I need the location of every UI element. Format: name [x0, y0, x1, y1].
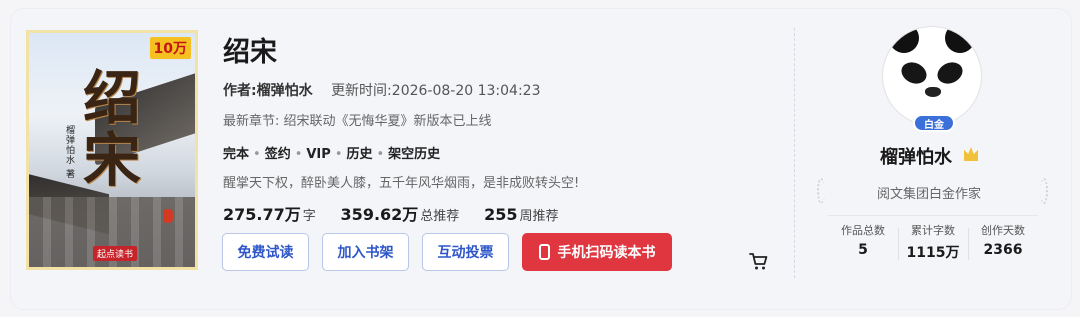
scan-to-read-button[interactable]: 手机扫码读本书: [522, 233, 672, 271]
cover-publisher: 起点读书: [93, 246, 138, 261]
stat-label: 作品总数: [841, 224, 885, 237]
book-tags: 完本 • 签约 • VIP • 历史 • 架空历史: [223, 147, 441, 162]
add-to-shelf-button[interactable]: 加入书架: [322, 233, 409, 271]
word-count-unit: 字: [302, 209, 316, 224]
tag-subcategory[interactable]: 架空历史: [388, 147, 440, 162]
week-recommend-unit: 周推荐: [519, 209, 559, 224]
stat-value: 5: [858, 242, 868, 258]
author-stat-days: 创作天数 2366: [968, 222, 1038, 262]
total-recommend: 359.62万: [340, 205, 419, 224]
latest-chapter-title[interactable]: 绍宋联动《无悔华夏》新版本已上线: [284, 114, 492, 129]
tag-signed: 签约: [264, 147, 291, 162]
tag-category[interactable]: 历史: [346, 147, 372, 162]
author-panel-divider: [828, 215, 1038, 216]
author-stats: 作品总数 5 累计字数 1115万 创作天数 2366: [828, 222, 1038, 262]
book-stats: 275.77万字 359.62万 总推荐 255 周推荐: [223, 201, 579, 225]
update-label: 更新时间:: [331, 83, 392, 99]
book-meta: 作者:榴弹怕水 更新时间:2026-08-20 13:04:23: [223, 80, 540, 100]
author-label: 作者:: [223, 83, 257, 99]
author-stat-words: 累计字数 1115万: [898, 222, 968, 262]
book-title: 绍宋: [223, 37, 277, 68]
latest-chapter[interactable]: 最新章节: 绍宋联动《无悔华夏》新版本已上线: [223, 110, 492, 129]
free-trial-button[interactable]: 免费试读: [222, 233, 309, 271]
total-recommend-unit: 总推荐: [420, 209, 460, 224]
cover-title-art: 绍宋: [73, 67, 141, 191]
update-value: 2026-08-20 13:04:23: [391, 83, 541, 99]
week-recommend: 255: [484, 205, 518, 224]
author-role: 阅文集团白金作家: [877, 187, 982, 202]
stat-label: 创作天数: [981, 224, 1025, 237]
word-count: 275.77万: [223, 205, 301, 224]
section-divider: [794, 28, 795, 278]
latest-label: 最新章节:: [223, 114, 280, 129]
scan-to-read-label: 手机扫码读本书: [557, 245, 656, 261]
panda-eye: [897, 58, 931, 88]
laurel-left-icon: [817, 178, 825, 204]
author-avatar[interactable]: [882, 26, 982, 126]
author-link[interactable]: 榴弹怕水: [257, 83, 313, 99]
platinum-badge: 白金: [913, 114, 955, 132]
stat-label: 累计字数: [911, 224, 955, 237]
cover-badge: 10万: [149, 37, 191, 59]
cart-icon[interactable]: [749, 252, 769, 272]
book-intro: 醒掌天下权，醉卧美人膝，五千年风华烟雨，是非成败转头空!: [223, 176, 580, 191]
tag-status: 完本: [223, 147, 250, 162]
action-buttons: 免费试读 加入书架 互动投票 手机扫码读本书: [222, 233, 672, 271]
laurel-right-icon: [1040, 178, 1048, 204]
stat-value: 1115万: [906, 245, 960, 261]
author-stat-works: 作品总数 5: [828, 222, 898, 262]
vote-button[interactable]: 互动投票: [422, 233, 509, 271]
cover-author-art: 榴弹怕水 著: [64, 125, 74, 179]
stat-value: 2366: [983, 242, 1023, 258]
book-cover[interactable]: 10万 绍宋 榴弹怕水 著 起点读书: [26, 30, 198, 270]
panda-ear: [945, 27, 975, 53]
tag-vip: VIP: [306, 147, 331, 162]
author-panel-name[interactable]: 榴弹怕水: [880, 143, 952, 169]
panda-ear: [889, 27, 919, 53]
panda-nose: [925, 87, 941, 97]
lantern-icon: [163, 209, 173, 223]
phone-icon: [538, 244, 550, 260]
update-time: 更新时间:2026-08-20 13:04:23: [331, 83, 540, 99]
panda-eye: [933, 58, 967, 88]
